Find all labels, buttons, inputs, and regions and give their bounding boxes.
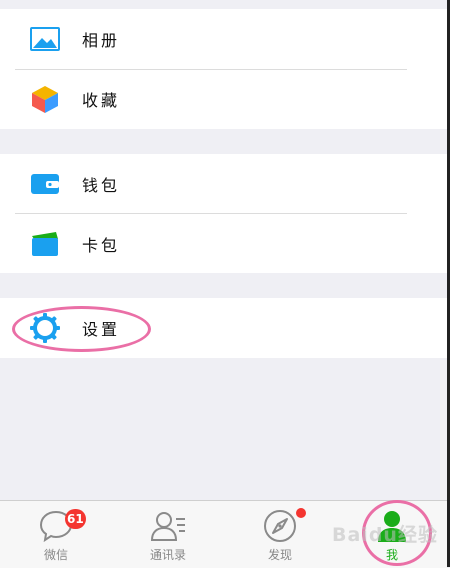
unread-badge: 61 (65, 509, 86, 529)
menu-item-card-pack[interactable]: 卡包 (0, 214, 450, 273)
menu-item-settings-label: 设置 (82, 320, 121, 339)
menu-group-3: 设置 (0, 298, 450, 358)
menu-item-wallet-label: 钱包 (82, 175, 121, 195)
me-person-icon (374, 509, 410, 543)
tab-discover[interactable]: 发现 (224, 501, 336, 568)
menu-group-2: 钱包 卡包 (0, 154, 450, 273)
compass-icon (262, 509, 298, 543)
settings-gear-icon (29, 312, 61, 344)
tab-me-label: 我 (385, 548, 398, 562)
card-pack-icon (29, 228, 61, 260)
photo-album-icon (29, 23, 61, 55)
wallet-icon (29, 168, 61, 200)
tab-contacts[interactable]: 通讯录 (112, 501, 224, 568)
tab-contacts-label: 通讯录 (149, 548, 186, 562)
discover-notification-dot (296, 508, 306, 518)
menu-item-album-label: 相册 (82, 30, 121, 50)
tab-me[interactable]: 我 (336, 501, 448, 568)
menu-item-card-pack-label: 卡包 (82, 235, 121, 255)
menu-item-album[interactable]: 相册 (0, 9, 450, 68)
favorites-cube-icon (29, 83, 61, 115)
menu-item-favorites-label: 收藏 (82, 90, 121, 110)
tab-discover-label: 发现 (267, 548, 292, 562)
bottom-tab-bar: 61 微信 通讯录 发现 我 (0, 500, 447, 568)
menu-item-favorites[interactable]: 收藏 (0, 69, 450, 128)
menu-item-wallet[interactable]: 钱包 (0, 154, 450, 213)
menu-group-1: 相册 收藏 (0, 9, 450, 129)
tab-chats-label: 微信 (43, 548, 68, 562)
contacts-icon (150, 509, 186, 543)
menu-item-settings[interactable]: 设置 (0, 298, 450, 358)
tab-chats[interactable]: 61 微信 (0, 501, 112, 568)
